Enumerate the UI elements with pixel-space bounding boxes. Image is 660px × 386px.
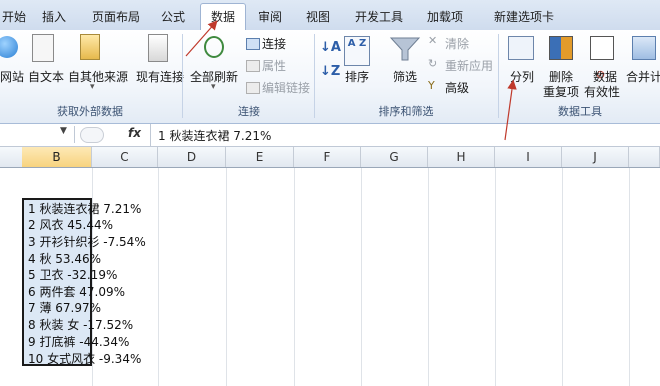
annotation-arrow-data-tab — [185, 20, 218, 57]
annotation-arrow-text-to-columns — [504, 79, 517, 141]
annotation-layer — [185, 20, 517, 141]
